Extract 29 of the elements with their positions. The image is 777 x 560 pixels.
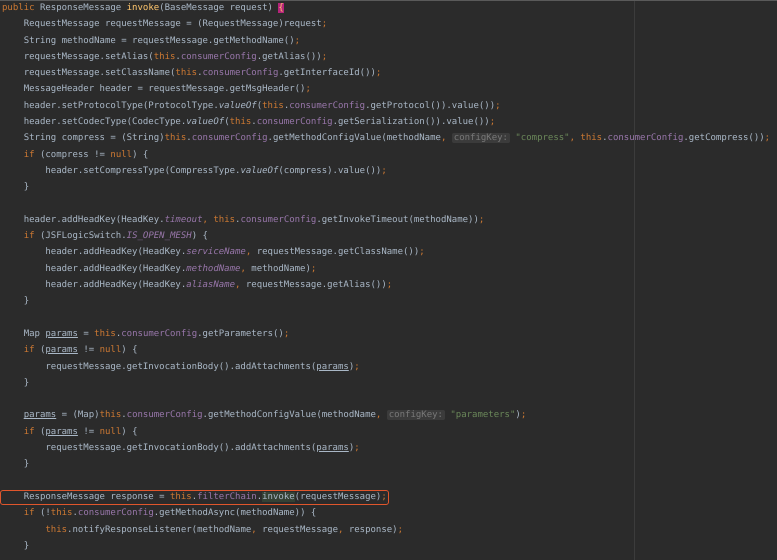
code-line: header.addHeadKey(HeadKey.methodName, methodName); [44,262,318,276]
code-line: header.addHeadKey(HeadKey.aliasName, requestMessage.getAlias()); [44,279,394,292]
code-line: if (params != null) { [22,344,139,358]
code-line: } [22,540,30,553]
code-line: header.addHeadKey(HeadKey.serviceName, requestMessage.getClassName()); [44,246,426,260]
code-line: } [22,376,30,390]
code-line: if (!this.consumerConfig.getMethodAsync(methodName)) { [22,507,318,520]
code-line: } [22,295,30,308]
code-line: if (compress != null) { [22,148,150,162]
code-line: requestMessage.getInvocationBody().addAttachments(params); [44,442,361,456]
code-line: header.setProtocolType(ProtocolType.valueOf(this.consumerConfig.getProtocol()).value()); [22,100,502,113]
code-line: if (JSFLogicSwitch.IS_OPEN_MESH) { [22,230,209,244]
code-line: String methodName = requestMessage.getMethodName(); [22,34,302,48]
code-line: header.setCodecType(CodecType.valueOf(this.consumerConfig.getSerialization()).value()); [22,116,496,130]
code-line: requestMessage.setClassName(this.consumerConfig.getInterfaceId()); [22,67,382,80]
code-line: public ResponseMessage invoke(BaseMessage request) { [1,2,285,15]
code-line: requestMessage.getInvocationBody().addAttachments(params); [44,360,361,374]
code-line: header.addHeadKey(HeadKey.timeout, this.consumerConfig.getInvokeTimeout(methodName)); [22,214,486,227]
code-line: params = (Map)this.consumerConfig.getMethodConfigValue(methodName, configKey: "parameters"); [22,409,528,422]
code-line: header.setCompressType(CompressType.valueOf(compress).value()); [44,164,388,178]
code-line: MessageHeader header = requestMessage.getMsgHeader(); [22,83,312,96]
code-line: this.notifyResponseListener(methodName, requestMessage, response); [44,524,404,536]
code-line: } [22,181,30,194]
code-line: Map params = this.consumerConfig.getParameters(); [22,328,290,341]
code-line: } [22,458,30,472]
code-line: RequestMessage requestMessage = (RequestMessage)request; [22,18,328,32]
code-line: if (params != null) { [22,426,139,439]
code-line: String compress = (String)this.consumerConfig.getMethodConfigValue(methodName, configKey: "compress", this.consumerConfig.getCompress()); [22,132,772,146]
code-line: requestMessage.setAlias(this.consumerConfig.getAlias()); [22,50,328,64]
